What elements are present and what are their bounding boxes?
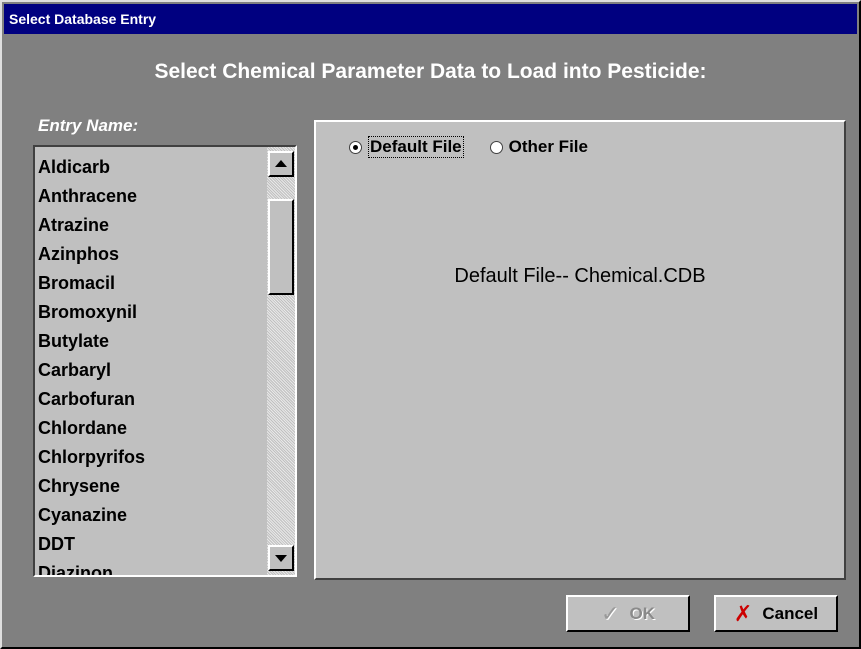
other-file-radio[interactable]: Other File: [489, 136, 588, 158]
vertical-scrollbar[interactable]: [267, 147, 295, 575]
window-title: Select Database Entry: [9, 11, 157, 27]
arrow-up-icon: [275, 160, 287, 167]
check-icon: ✓: [601, 600, 620, 626]
list-item[interactable]: Bromoxynil: [38, 298, 266, 327]
list-item[interactable]: Butylate: [38, 327, 266, 356]
ok-button[interactable]: ✓ OK: [566, 595, 690, 632]
list-item[interactable]: Azinphos: [38, 240, 266, 269]
list-item[interactable]: DDT: [38, 530, 266, 559]
title-bar[interactable]: Select Database Entry: [4, 4, 857, 34]
radio-checked-icon: [349, 140, 362, 154]
entry-listbox[interactable]: Aldicarb Anthracene Atrazine Azinphos Br…: [33, 145, 297, 577]
list-item[interactable]: Cyanazine: [38, 501, 266, 530]
entry-name-label: Entry Name:: [38, 116, 139, 135]
scroll-up-button[interactable]: [268, 151, 294, 177]
list-item[interactable]: Bromacil: [38, 269, 266, 298]
dialog-window: Select Database Entry Select Chemical Pa…: [0, 0, 861, 649]
list-item[interactable]: Anthracene: [38, 182, 266, 211]
list-item[interactable]: Diazinon: [38, 559, 266, 575]
default-file-text: Default File-- Chemical.CDB: [454, 265, 706, 287]
ok-label: OK: [629, 603, 655, 623]
radio-unchecked-icon: [489, 140, 503, 154]
entry-list: Aldicarb Anthracene Atrazine Azinphos Br…: [38, 153, 266, 575]
default-file-radio[interactable]: Default File: [349, 136, 464, 158]
file-source-panel: Default File Other File Default File-- C…: [314, 120, 846, 580]
cancel-label: Cancel: [762, 603, 819, 623]
list-item[interactable]: Chrysene: [38, 472, 266, 501]
list-item[interactable]: Chlorpyrifos: [38, 443, 266, 472]
scroll-down-button[interactable]: [268, 545, 294, 571]
scroll-thumb[interactable]: [268, 199, 294, 295]
red-x-icon: ✗: [733, 600, 753, 626]
file-source-radio-group: Default File Other File: [349, 136, 588, 158]
cancel-button[interactable]: ✗ Cancel: [714, 595, 838, 632]
list-item[interactable]: Carbofuran: [38, 385, 266, 414]
dialog-heading: Select Chemical Parameter Data to Load i…: [154, 60, 707, 83]
other-file-label: Other File: [508, 137, 588, 156]
list-item[interactable]: Carbaryl: [38, 356, 266, 385]
list-item[interactable]: Atrazine: [38, 211, 266, 240]
list-item[interactable]: Aldicarb: [38, 153, 266, 182]
default-file-label: Default File: [368, 136, 464, 158]
list-item[interactable]: Chlordane: [38, 414, 266, 443]
arrow-down-icon: [275, 555, 287, 562]
